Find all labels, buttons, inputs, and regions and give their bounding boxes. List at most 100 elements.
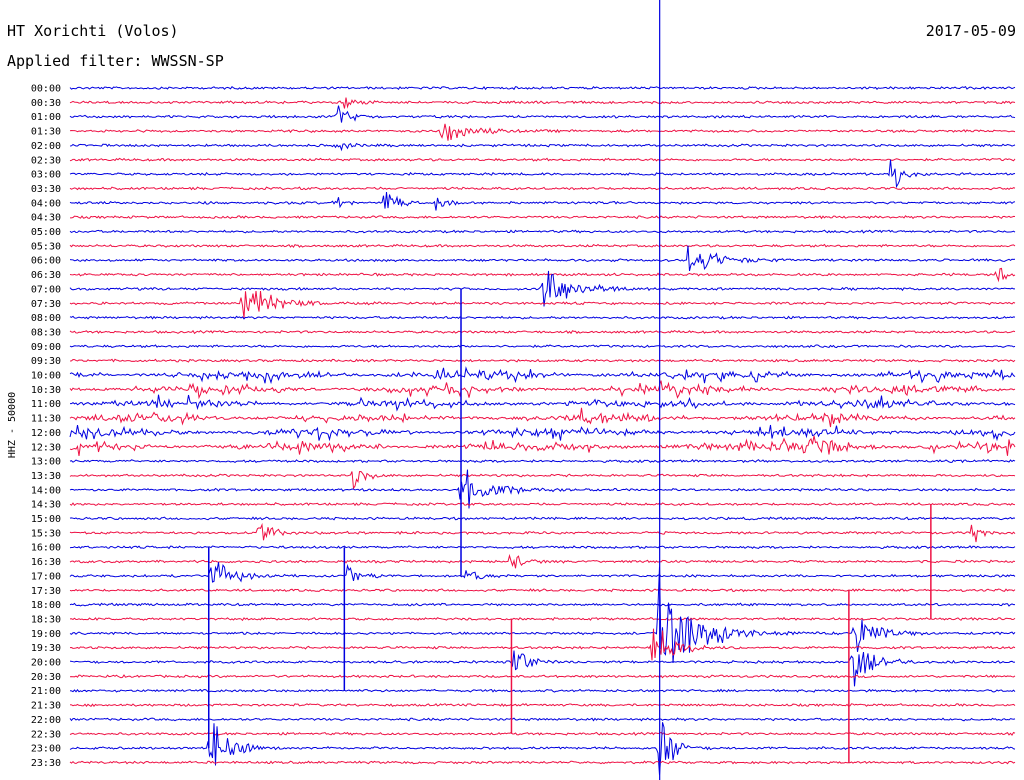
time-tick-label: 15:30 [31, 528, 61, 539]
trace-row [69, 186, 1016, 191]
trace-row [69, 516, 1016, 521]
time-tick-label: 03:00 [31, 170, 61, 181]
time-tick-label: 18:00 [31, 600, 61, 611]
station-title: HT Xorichti (Volos) [7, 22, 179, 40]
time-tick-label: 23:00 [31, 744, 61, 755]
trace-row [69, 731, 1016, 736]
time-tick-label: 10:30 [31, 385, 61, 396]
helicorder-chart: HT Xorichti (Volos) 2017-05-09 Applied f… [7, 0, 1016, 780]
time-tick-label: 22:30 [31, 729, 61, 740]
trace-row [69, 688, 1016, 693]
trace-row [69, 703, 1016, 708]
time-tick-label: 21:00 [31, 686, 61, 697]
seismic-traces [69, 85, 1016, 776]
time-tick-labels: 00:00 00:30 01:00 01:30 02:00 02:30 03:00 03:30… [31, 84, 61, 769]
trace-row [69, 502, 1016, 507]
trace-row [69, 424, 1016, 442]
trace-row [69, 267, 1016, 283]
time-tick-label: 12:30 [31, 442, 61, 453]
time-tick-label: 20:30 [31, 672, 61, 683]
trace-row [69, 315, 1016, 320]
trace-row [69, 123, 1016, 141]
time-tick-label: 16:00 [31, 543, 61, 554]
trace-row [69, 553, 1016, 569]
time-tick-label: 17:30 [31, 586, 61, 597]
trace-row [69, 192, 1016, 211]
time-tick-label: 06:00 [31, 256, 61, 267]
time-tick-label: 00:00 [31, 84, 61, 95]
trace-row [69, 394, 1016, 412]
time-tick-label: 19:30 [31, 643, 61, 654]
trace-row [69, 270, 1016, 307]
time-tick-label: 13:00 [31, 457, 61, 468]
time-tick-label: 16:30 [31, 557, 61, 568]
time-tick-label: 02:30 [31, 155, 61, 166]
trace-row [69, 380, 1016, 400]
time-tick-label: 23:30 [31, 758, 61, 769]
time-tick-label: 11:30 [31, 414, 61, 425]
trace-row [69, 157, 1016, 162]
trace-row [69, 650, 1016, 687]
trace-row [69, 358, 1016, 363]
trace-row [69, 562, 1016, 583]
trace-row [69, 602, 1016, 607]
trace-row [69, 717, 1016, 722]
trace-row [69, 215, 1016, 220]
time-tick-label: 03:30 [31, 184, 61, 195]
time-tick-label: 15:00 [31, 514, 61, 525]
trace-row [69, 407, 1016, 428]
filter-label: Applied filter: WWSSN-SP [7, 52, 224, 70]
trace-row [69, 291, 1016, 319]
trace-row [69, 722, 1016, 776]
time-tick-label: 00:30 [31, 98, 61, 109]
trace-row [69, 97, 1016, 109]
trace-row [69, 760, 1016, 765]
trace-row [69, 522, 1016, 543]
trace-row [69, 344, 1016, 349]
time-tick-label: 22:00 [31, 715, 61, 726]
time-tick-label: 07:30 [31, 299, 61, 310]
trace-row [69, 588, 1016, 593]
trace-row [69, 329, 1016, 335]
trace-row [69, 85, 1016, 91]
time-tick-label: 09:30 [31, 356, 61, 367]
trace-row [69, 229, 1016, 234]
trace-row [69, 616, 1016, 622]
time-tick-label: 01:00 [31, 112, 61, 123]
time-tick-label: 14:00 [31, 485, 61, 496]
trace-row [69, 470, 1016, 490]
time-tick-label: 08:30 [31, 327, 61, 338]
time-tick-label: 12:00 [31, 428, 61, 439]
time-tick-label: 19:00 [31, 629, 61, 640]
time-tick-label: 05:30 [31, 241, 61, 252]
time-tick-label: 13:30 [31, 471, 61, 482]
time-tick-label: 17:00 [31, 571, 61, 582]
time-tick-label: 05:00 [31, 227, 61, 238]
time-tick-label: 14:30 [31, 500, 61, 511]
trace-row [69, 545, 1016, 550]
time-tick-label: 09:00 [31, 342, 61, 353]
trace-row [69, 674, 1016, 679]
y-axis-label: HHZ - 50000 [7, 392, 18, 458]
time-tick-label: 11:00 [31, 399, 61, 410]
time-tick-label: 18:30 [31, 614, 61, 625]
time-tick-label: 21:30 [31, 701, 61, 712]
time-tick-label: 04:00 [31, 198, 61, 209]
time-tick-label: 02:00 [31, 141, 61, 152]
time-tick-label: 10:00 [31, 371, 61, 382]
trace-row [69, 458, 1016, 464]
time-tick-label: 06:30 [31, 270, 61, 281]
trace-row [69, 245, 1016, 272]
time-tick-label: 08:00 [31, 313, 61, 324]
time-tick-label: 04:30 [31, 213, 61, 224]
trace-row [69, 435, 1016, 456]
trace-row [69, 142, 1016, 152]
time-tick-label: 07:00 [31, 284, 61, 295]
time-tick-label: 20:00 [31, 658, 61, 669]
trace-row [69, 243, 1016, 249]
time-tick-label: 01:30 [31, 127, 61, 138]
trace-row [69, 366, 1016, 385]
record-date: 2017-05-09 [926, 22, 1016, 40]
trace-row [69, 159, 1016, 189]
trace-row [69, 105, 1016, 123]
